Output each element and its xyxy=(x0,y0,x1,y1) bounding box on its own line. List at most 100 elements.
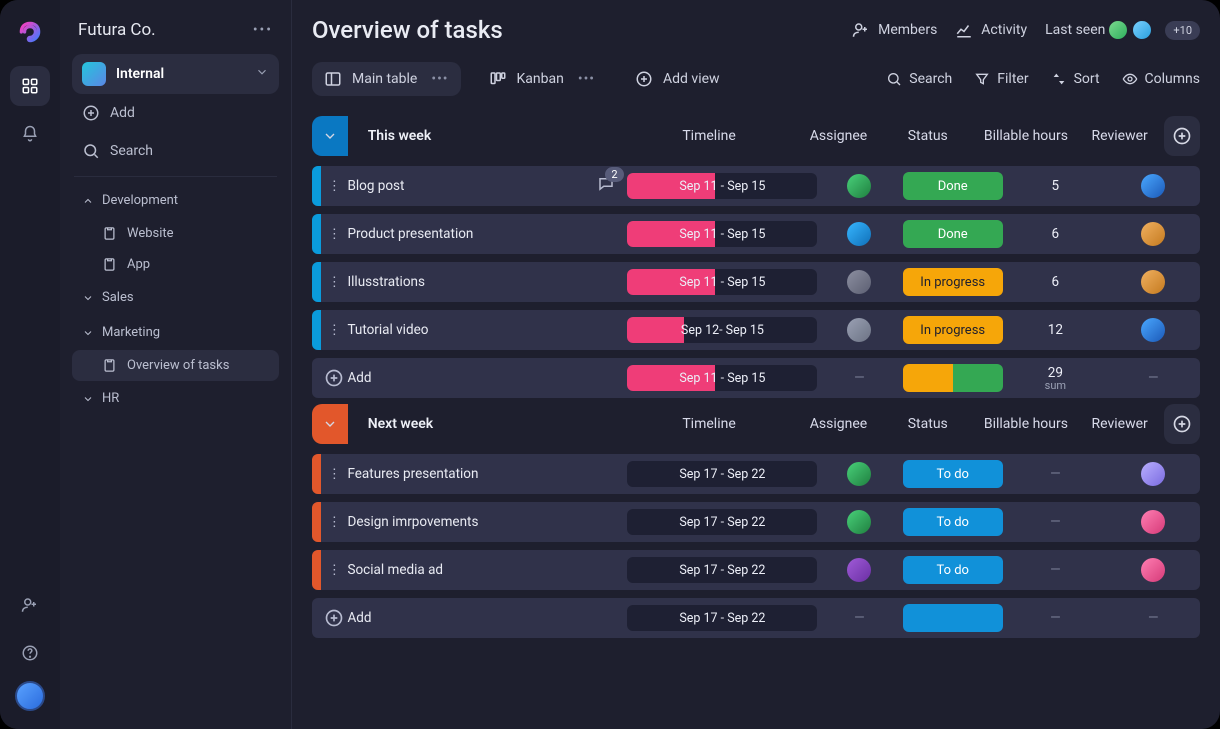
hours-cell[interactable]: — xyxy=(1004,562,1107,578)
timeline-cell[interactable]: Sep 11 - Sep 15 xyxy=(627,221,817,247)
table-row[interactable]: ⋮Social media adSep 17 - Sep 22 To do— xyxy=(312,550,1200,590)
reviewer-cell[interactable] xyxy=(1107,510,1200,534)
sidebar-search-button[interactable]: Search xyxy=(72,132,279,170)
add-column-button[interactable] xyxy=(1164,404,1200,444)
column-header-hours[interactable]: Billable hours xyxy=(977,128,1075,144)
assignee-cell[interactable] xyxy=(817,558,901,582)
hours-cell[interactable]: — xyxy=(1004,514,1107,530)
add-column-button[interactable] xyxy=(1164,116,1200,156)
tool-search[interactable]: Search xyxy=(886,71,952,87)
nav-help-icon[interactable] xyxy=(10,633,50,673)
view-main-table[interactable]: Main table ••• xyxy=(312,62,461,96)
column-header-timeline[interactable]: Timeline xyxy=(620,128,799,144)
column-header-reviewer[interactable]: Reviewer xyxy=(1075,128,1164,144)
table-row[interactable]: ⋮Product presentationSep 11 - Sep 15 Done… xyxy=(312,214,1200,254)
task-name[interactable]: Blog post2 xyxy=(347,175,627,197)
last-seen[interactable]: Last seen +10 xyxy=(1045,19,1200,41)
add-task-button[interactable] xyxy=(321,368,347,388)
reviewer-cell[interactable] xyxy=(1107,270,1200,294)
reviewer-cell[interactable] xyxy=(1107,174,1200,198)
view-kanban[interactable]: Kanban ••• xyxy=(477,62,608,96)
sidebar-add-button[interactable]: Add xyxy=(72,94,279,132)
task-name[interactable]: Tutorial video xyxy=(347,322,627,338)
assignee-cell[interactable] xyxy=(817,174,901,198)
timeline-cell[interactable]: Sep 17 - Sep 22 xyxy=(627,509,817,535)
table-row[interactable]: ⋮Design imrpovementsSep 17 - Sep 22 To do… xyxy=(312,502,1200,542)
comments-indicator[interactable]: 2 xyxy=(597,175,615,197)
group-collapse-button[interactable] xyxy=(312,116,348,156)
row-menu-button[interactable]: ⋮ xyxy=(321,562,347,578)
hours-cell[interactable]: 5 xyxy=(1004,178,1107,194)
timeline-cell[interactable]: Sep 12- Sep 15 xyxy=(627,317,817,343)
status-cell[interactable]: To do xyxy=(901,556,1004,584)
nav-dashboard-icon[interactable] xyxy=(10,66,50,106)
assignee-cell[interactable] xyxy=(817,318,901,342)
assignee-cell[interactable] xyxy=(817,270,901,294)
workspace-menu-button[interactable]: ••• xyxy=(253,22,273,38)
assignee-cell[interactable] xyxy=(817,462,901,486)
hours-cell[interactable]: 6 xyxy=(1004,226,1107,242)
row-menu-button[interactable]: ⋮ xyxy=(321,226,347,242)
table-row[interactable]: ⋮Tutorial videoSep 12- Sep 15 In progress… xyxy=(312,310,1200,350)
assignee-cell[interactable] xyxy=(817,510,901,534)
reviewer-cell[interactable] xyxy=(1107,222,1200,246)
task-name[interactable]: Social media ad xyxy=(347,562,627,578)
column-header-status[interactable]: Status xyxy=(879,416,977,432)
tree-item-app[interactable]: App xyxy=(72,249,279,280)
task-name[interactable]: Design imrpovements xyxy=(347,514,627,530)
timeline-cell[interactable]: Sep 17 - Sep 22 xyxy=(627,461,817,487)
status-cell[interactable]: In progress xyxy=(901,268,1004,296)
timeline-cell[interactable]: Sep 11 - Sep 15 xyxy=(627,269,817,295)
add-task-button[interactable] xyxy=(321,608,347,628)
reviewer-cell[interactable] xyxy=(1107,462,1200,486)
table-row[interactable]: ⋮Blog post2Sep 11 - Sep 15 Done5 xyxy=(312,166,1200,206)
reviewer-cell[interactable] xyxy=(1107,318,1200,342)
tree-section-sales[interactable]: Sales xyxy=(72,280,279,315)
row-menu-button[interactable]: ⋮ xyxy=(321,514,347,530)
column-header-status[interactable]: Status xyxy=(879,128,977,144)
tool-columns[interactable]: Columns xyxy=(1122,71,1200,87)
row-menu-button[interactable]: ⋮ xyxy=(321,178,347,194)
task-name[interactable]: Illusstrations xyxy=(347,274,627,290)
more-members-chip[interactable]: +10 xyxy=(1165,21,1200,40)
task-name[interactable]: Product presentation xyxy=(347,226,627,242)
activity-button[interactable]: Activity xyxy=(955,21,1027,39)
hours-cell[interactable]: 12 xyxy=(1004,322,1107,338)
column-header-assignee[interactable]: Assignee xyxy=(798,128,878,144)
view-menu-icon[interactable]: ••• xyxy=(578,71,595,87)
status-cell[interactable]: In progress xyxy=(901,316,1004,344)
tree-section-development[interactable]: Development xyxy=(72,183,279,218)
tree-section-marketing[interactable]: Marketing xyxy=(72,315,279,350)
table-row[interactable]: ⋮IllusstrationsSep 11 - Sep 15 In progres… xyxy=(312,262,1200,302)
column-header-hours[interactable]: Billable hours xyxy=(977,416,1075,432)
tree-section-hr[interactable]: HR xyxy=(72,381,279,416)
status-cell[interactable]: Done xyxy=(901,172,1004,200)
nav-invite-icon[interactable] xyxy=(10,585,50,625)
nav-notifications-icon[interactable] xyxy=(10,114,50,154)
project-selector[interactable]: Internal xyxy=(72,54,279,94)
column-header-reviewer[interactable]: Reviewer xyxy=(1075,416,1164,432)
view-menu-icon[interactable]: ••• xyxy=(431,71,448,87)
row-menu-button[interactable]: ⋮ xyxy=(321,274,347,290)
add-view-button[interactable]: Add view xyxy=(623,62,732,96)
tree-item-overview[interactable]: Overview of tasks xyxy=(72,350,279,381)
tool-filter[interactable]: Filter xyxy=(974,71,1028,87)
add-task-label[interactable]: Add xyxy=(347,610,627,626)
tool-sort[interactable]: Sort xyxy=(1051,71,1100,87)
status-cell[interactable]: To do xyxy=(901,508,1004,536)
task-name[interactable]: Features presentation xyxy=(347,466,627,482)
row-menu-button[interactable]: ⋮ xyxy=(321,322,347,338)
status-cell[interactable]: Done xyxy=(901,220,1004,248)
status-cell[interactable]: To do xyxy=(901,460,1004,488)
current-user-avatar[interactable] xyxy=(15,681,45,711)
timeline-cell[interactable]: Sep 17 - Sep 22 xyxy=(627,557,817,583)
timeline-cell[interactable]: Sep 11 - Sep 15 xyxy=(627,173,817,199)
group-collapse-button[interactable] xyxy=(312,404,348,444)
hours-cell[interactable]: 6 xyxy=(1004,274,1107,290)
tree-item-website[interactable]: Website xyxy=(72,218,279,249)
row-menu-button[interactable]: ⋮ xyxy=(321,466,347,482)
assignee-cell[interactable] xyxy=(817,222,901,246)
reviewer-cell[interactable] xyxy=(1107,558,1200,582)
members-button[interactable]: Members xyxy=(852,21,937,39)
hours-cell[interactable]: — xyxy=(1004,466,1107,482)
